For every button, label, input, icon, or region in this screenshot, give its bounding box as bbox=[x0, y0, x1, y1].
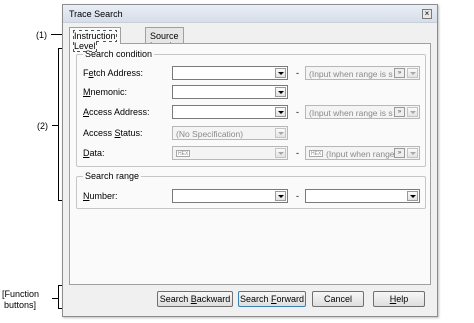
search-condition-group: Search condition Fetch Address: - (Input… bbox=[76, 49, 426, 167]
fetch-address-range-combo[interactable]: (Input when range is s » bbox=[305, 66, 420, 80]
search-range-title: Search range bbox=[83, 171, 142, 181]
cancel-button[interactable]: Cancel bbox=[312, 291, 364, 307]
annotation-2-bracket bbox=[58, 48, 59, 201]
range-dash: - bbox=[296, 68, 299, 78]
symbol-picker-icon[interactable]: » bbox=[394, 68, 405, 78]
chevron-down-icon[interactable] bbox=[407, 148, 418, 158]
fetch-address-range-placeholder: (Input when range is s bbox=[309, 69, 393, 79]
title-bar[interactable]: Trace Search × bbox=[63, 5, 437, 23]
access-status-value: (No Specification) bbox=[176, 129, 244, 139]
tab-source-level[interactable]: Source Level bbox=[145, 27, 184, 51]
number-start-combo[interactable] bbox=[172, 189, 288, 203]
range-dash: - bbox=[296, 107, 299, 117]
fetch-address-combo[interactable] bbox=[172, 66, 288, 80]
trace-search-dialog: Trace Search × Instruction Level Source … bbox=[62, 4, 438, 317]
access-address-label: Access Address: bbox=[83, 107, 150, 117]
data-range-combo[interactable]: HEX (Input when range » bbox=[305, 146, 420, 160]
access-address-range-placeholder: (Input when range is s bbox=[309, 108, 393, 118]
chevron-down-icon[interactable] bbox=[407, 191, 418, 201]
access-status-combo[interactable]: (No Specification) bbox=[172, 126, 288, 140]
data-combo[interactable]: HEX bbox=[172, 146, 288, 160]
data-range-placeholder: (Input when range bbox=[326, 149, 394, 159]
close-icon[interactable]: × bbox=[422, 9, 432, 19]
annotation-2: (2) bbox=[37, 121, 48, 131]
annotation-3-bracket bbox=[58, 285, 59, 309]
search-backward-button[interactable]: Search Backward bbox=[157, 291, 233, 307]
data-label: Data: bbox=[83, 148, 105, 158]
search-forward-button[interactable]: Search Forward bbox=[238, 291, 306, 307]
chevron-down-icon[interactable] bbox=[275, 148, 286, 158]
chevron-down-icon[interactable] bbox=[275, 107, 286, 117]
annotation-3-line2: buttons] bbox=[4, 300, 37, 310]
access-address-combo[interactable] bbox=[172, 105, 288, 119]
hex-badge: HEX bbox=[309, 150, 324, 157]
symbol-picker-icon[interactable]: » bbox=[394, 107, 405, 117]
annotation-3-line1: [Function bbox=[2, 289, 40, 299]
mnemonic-label: Mnemonic: bbox=[83, 87, 128, 97]
help-button[interactable]: Help bbox=[373, 291, 425, 307]
mnemonic-combo[interactable] bbox=[172, 85, 288, 99]
annotation-1: (1) bbox=[36, 30, 47, 40]
chevron-down-icon[interactable] bbox=[275, 68, 286, 78]
range-dash: - bbox=[296, 148, 299, 158]
tab-panel: Search condition Fetch Address: - (Input… bbox=[69, 43, 431, 285]
chevron-down-icon[interactable] bbox=[275, 128, 286, 138]
access-address-range-combo[interactable]: (Input when range is s » bbox=[305, 105, 420, 119]
chevron-down-icon[interactable] bbox=[407, 107, 418, 117]
symbol-picker-icon[interactable]: » bbox=[394, 148, 405, 158]
number-end-combo[interactable] bbox=[305, 189, 420, 203]
range-dash: - bbox=[296, 191, 299, 201]
annotation-1-line bbox=[51, 34, 62, 35]
chevron-down-icon[interactable] bbox=[275, 191, 286, 201]
chevron-down-icon[interactable] bbox=[407, 68, 418, 78]
tab-instruction-level[interactable]: Instruction Level bbox=[69, 27, 121, 52]
hex-badge: HEX bbox=[176, 150, 191, 157]
access-status-label: Access Status: bbox=[83, 128, 143, 138]
window-title: Trace Search bbox=[69, 9, 123, 19]
search-range-group: Search range Number: - bbox=[76, 171, 426, 209]
chevron-down-icon[interactable] bbox=[275, 87, 286, 97]
number-label: Number: bbox=[83, 191, 118, 201]
fetch-address-label: Fetch Address: bbox=[83, 68, 144, 78]
